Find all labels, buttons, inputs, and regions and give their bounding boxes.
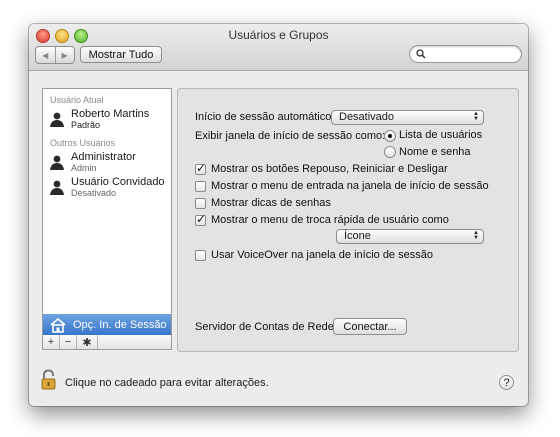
login-options-panel: Início de sessão automático: Desativado … bbox=[177, 88, 519, 352]
show-all-button[interactable]: Mostrar Tudo bbox=[80, 46, 162, 63]
user-name: Roberto Martins bbox=[71, 108, 150, 120]
checkbox-password-hints-label: Mostrar dicas de senhas bbox=[211, 197, 331, 209]
back-icon[interactable]: ◀ bbox=[36, 47, 56, 63]
checkbox-fast-user-switch[interactable] bbox=[195, 212, 206, 226]
remove-user-button[interactable]: − bbox=[60, 335, 77, 349]
login-options-item[interactable]: Opç. In. de Sessão bbox=[43, 314, 171, 336]
radio-name-password-label: Nome e senha bbox=[399, 146, 471, 158]
auto-login-value: Desativado bbox=[339, 111, 395, 123]
checkbox-voiceover-label: Usar VoiceOver na janela de início de se… bbox=[211, 249, 433, 261]
help-button[interactable]: ? bbox=[499, 375, 514, 390]
lock-icon[interactable] bbox=[41, 369, 59, 391]
checkbox-input-menu-label: Mostrar o menu de entrada na janela de i… bbox=[211, 180, 489, 192]
current-user-header: Usuário Atual bbox=[50, 95, 104, 105]
lock-message: Clique no cadeado para evitar alterações… bbox=[65, 377, 269, 389]
other-users-header: Outros Usuários bbox=[50, 138, 116, 148]
user-silhouette-icon bbox=[50, 180, 64, 195]
popup-arrows-icon: ▲ ▼ bbox=[473, 111, 479, 122]
navigation-segment: ◀ ▶ bbox=[35, 46, 75, 64]
house-icon bbox=[50, 317, 66, 333]
checkbox-fast-user-switch-label: Mostrar o menu de troca rápida de usuári… bbox=[211, 214, 449, 226]
users-sidebar: Usuário Atual Roberto Martins Padrão Out… bbox=[42, 88, 172, 337]
sidebar-toolbar: + − ✱ bbox=[42, 335, 172, 350]
fast-switch-value: Ícone bbox=[344, 230, 371, 242]
gear-icon[interactable]: ✱ bbox=[77, 335, 98, 349]
popup-arrows-icon: ▲ ▼ bbox=[473, 230, 479, 241]
auto-login-label: Início de sessão automático: bbox=[195, 111, 335, 123]
radio-user-list-label: Lista de usuários bbox=[399, 129, 483, 141]
display-login-label: Exibir janela de início de sessão como: bbox=[195, 130, 386, 142]
search-input[interactable] bbox=[409, 45, 522, 63]
radio-name-password[interactable] bbox=[384, 146, 396, 158]
network-server-label: Servidor de Contas de Rede: bbox=[195, 321, 337, 333]
user-silhouette-icon bbox=[50, 155, 64, 170]
connect-button[interactable]: Conectar... bbox=[333, 318, 407, 335]
checkbox-voiceover[interactable] bbox=[195, 250, 206, 261]
add-user-button[interactable]: + bbox=[43, 335, 60, 349]
title-bar: Usuários e Grupos ◀ ▶ Mostrar Tudo bbox=[29, 24, 528, 71]
search-icon bbox=[416, 49, 426, 59]
checkbox-show-power-buttons[interactable] bbox=[195, 161, 206, 175]
user-role: Padrão bbox=[71, 120, 101, 130]
user-name: Administrator bbox=[71, 151, 136, 163]
user-role: Desativado bbox=[71, 188, 117, 198]
fast-switch-popup[interactable]: Ícone ▲ ▼ bbox=[336, 229, 484, 244]
forward-icon[interactable]: ▶ bbox=[56, 47, 75, 63]
radio-user-list[interactable] bbox=[384, 130, 396, 142]
login-options-label: Opç. In. de Sessão bbox=[73, 319, 167, 331]
user-silhouette-icon bbox=[50, 112, 64, 127]
preferences-window: Usuários e Grupos ◀ ▶ Mostrar Tudo Usuár… bbox=[29, 24, 528, 406]
user-name: Usuário Convidado bbox=[71, 176, 165, 188]
auto-login-popup[interactable]: Desativado ▲ ▼ bbox=[331, 110, 484, 125]
checkbox-input-menu[interactable] bbox=[195, 181, 206, 192]
checkbox-show-power-buttons-label: Mostrar os botões Repouso, Reiniciar e D… bbox=[211, 163, 448, 175]
checkbox-password-hints[interactable] bbox=[195, 198, 206, 209]
window-title: Usuários e Grupos bbox=[228, 28, 329, 42]
user-role: Admin bbox=[71, 163, 97, 173]
